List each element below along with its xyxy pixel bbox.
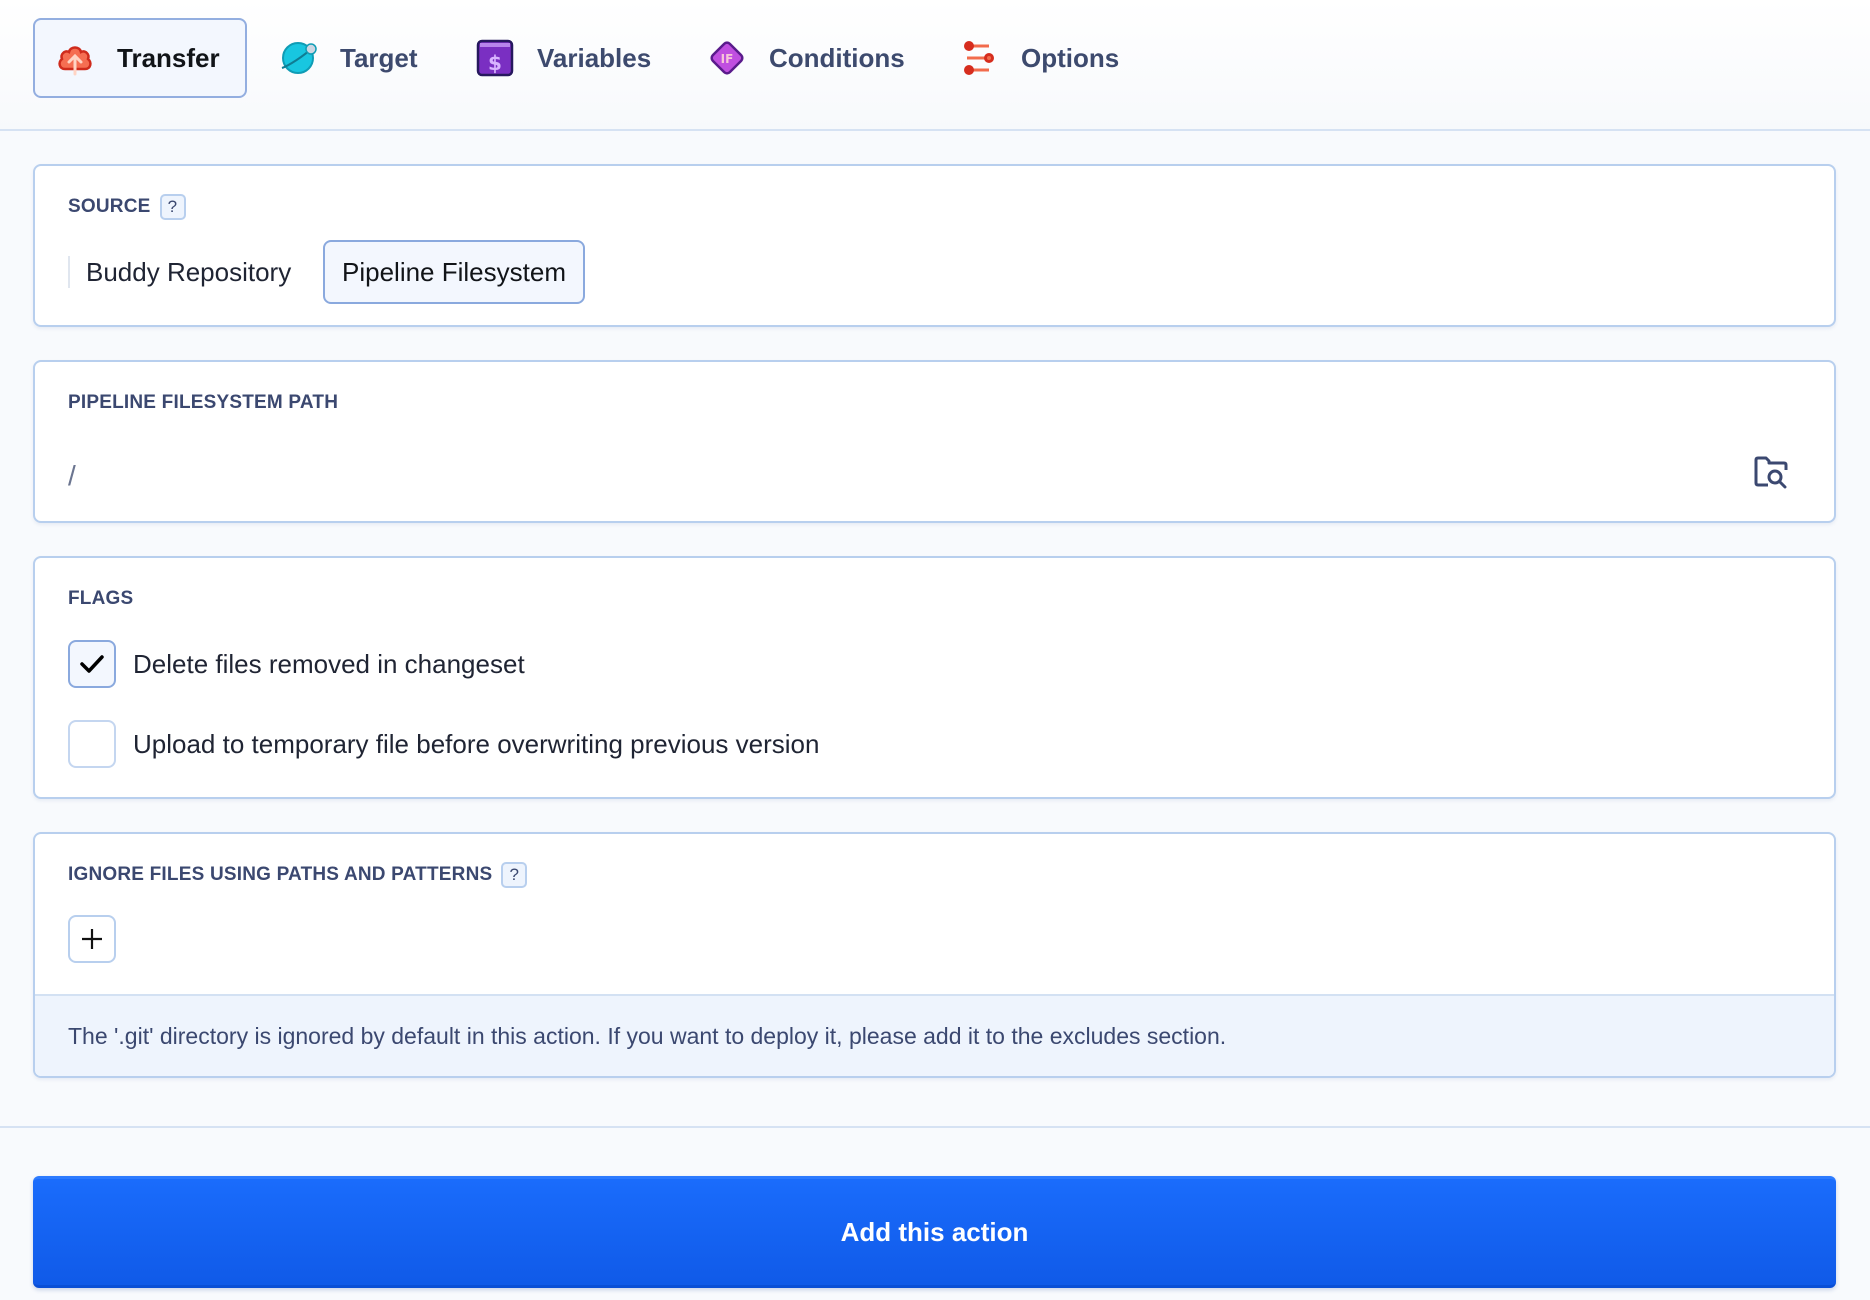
tab-label: Conditions: [769, 42, 905, 73]
flag-delete-files[interactable]: Delete files removed in changeset: [68, 640, 525, 688]
source-option-buddy-repository[interactable]: Buddy Repository: [69, 240, 308, 304]
flags-label: FLAGS: [68, 588, 134, 609]
tab-variables[interactable]: $ Variables: [475, 18, 651, 98]
tab-options[interactable]: Options: [959, 18, 1119, 98]
svg-text:$: $: [488, 51, 502, 75]
upload-temporary-checkbox[interactable]: [68, 720, 116, 768]
planet-icon: [278, 38, 318, 78]
ignore-help-button[interactable]: ?: [501, 862, 528, 888]
svg-text:IF: IF: [721, 52, 734, 66]
delete-files-checkbox[interactable]: [68, 640, 116, 688]
delete-files-label: Delete files removed in changeset: [133, 648, 525, 679]
tab-label: Transfer: [117, 42, 220, 73]
pipeline-path-card: PIPELINE FILESYSTEM PATH /: [33, 360, 1836, 523]
checkmark-icon: [80, 655, 104, 673]
dollar-variable-icon: $: [475, 38, 515, 78]
source-card: SOURCE ? Buddy Repository Pipeline Files…: [33, 164, 1836, 327]
footer-divider: [0, 1126, 1870, 1128]
cloud-upload-icon: [55, 38, 95, 78]
upload-temporary-label: Upload to temporary file before overwrit…: [133, 728, 820, 759]
flag-upload-temporary[interactable]: Upload to temporary file before overwrit…: [68, 720, 819, 768]
if-diamond-icon: IF: [707, 38, 747, 78]
tab-label: Variables: [537, 42, 652, 73]
git-ignore-info: The '.git' directory is ignored by defau…: [35, 994, 1834, 1076]
source-option-pipeline-filesystem[interactable]: Pipeline Filesystem: [323, 240, 585, 304]
tab-label: Options: [1021, 42, 1120, 73]
source-label: SOURCE ?: [68, 194, 186, 220]
ignore-files-label: IGNORE FILES USING PATHS AND PATTERNS ?: [68, 862, 528, 888]
plus-icon: [82, 929, 102, 949]
source-label-text: SOURCE: [68, 196, 151, 217]
pipeline-path-input[interactable]: /: [68, 460, 76, 492]
folder-search-icon[interactable]: [1752, 452, 1792, 492]
ignore-files-card: IGNORE FILES USING PATHS AND PATTERNS ? …: [33, 832, 1836, 1078]
flags-card: FLAGS Delete files removed in changeset …: [33, 556, 1836, 799]
pipeline-path-label: PIPELINE FILESYSTEM PATH: [68, 392, 339, 413]
add-action-button[interactable]: Add this action: [33, 1176, 1836, 1288]
ignore-files-label-text: IGNORE FILES USING PATHS AND PATTERNS: [68, 864, 493, 885]
add-pattern-button[interactable]: [68, 915, 116, 963]
tab-label: Target: [340, 42, 418, 73]
sliders-icon: [959, 38, 999, 78]
tab-transfer[interactable]: Transfer: [33, 18, 247, 98]
action-tabs-bar: Transfer Target $ Variables IF Condition…: [0, 0, 1870, 131]
source-help-button[interactable]: ?: [159, 194, 186, 220]
tab-conditions[interactable]: IF Conditions: [707, 18, 905, 98]
tab-target[interactable]: Target: [278, 18, 418, 98]
